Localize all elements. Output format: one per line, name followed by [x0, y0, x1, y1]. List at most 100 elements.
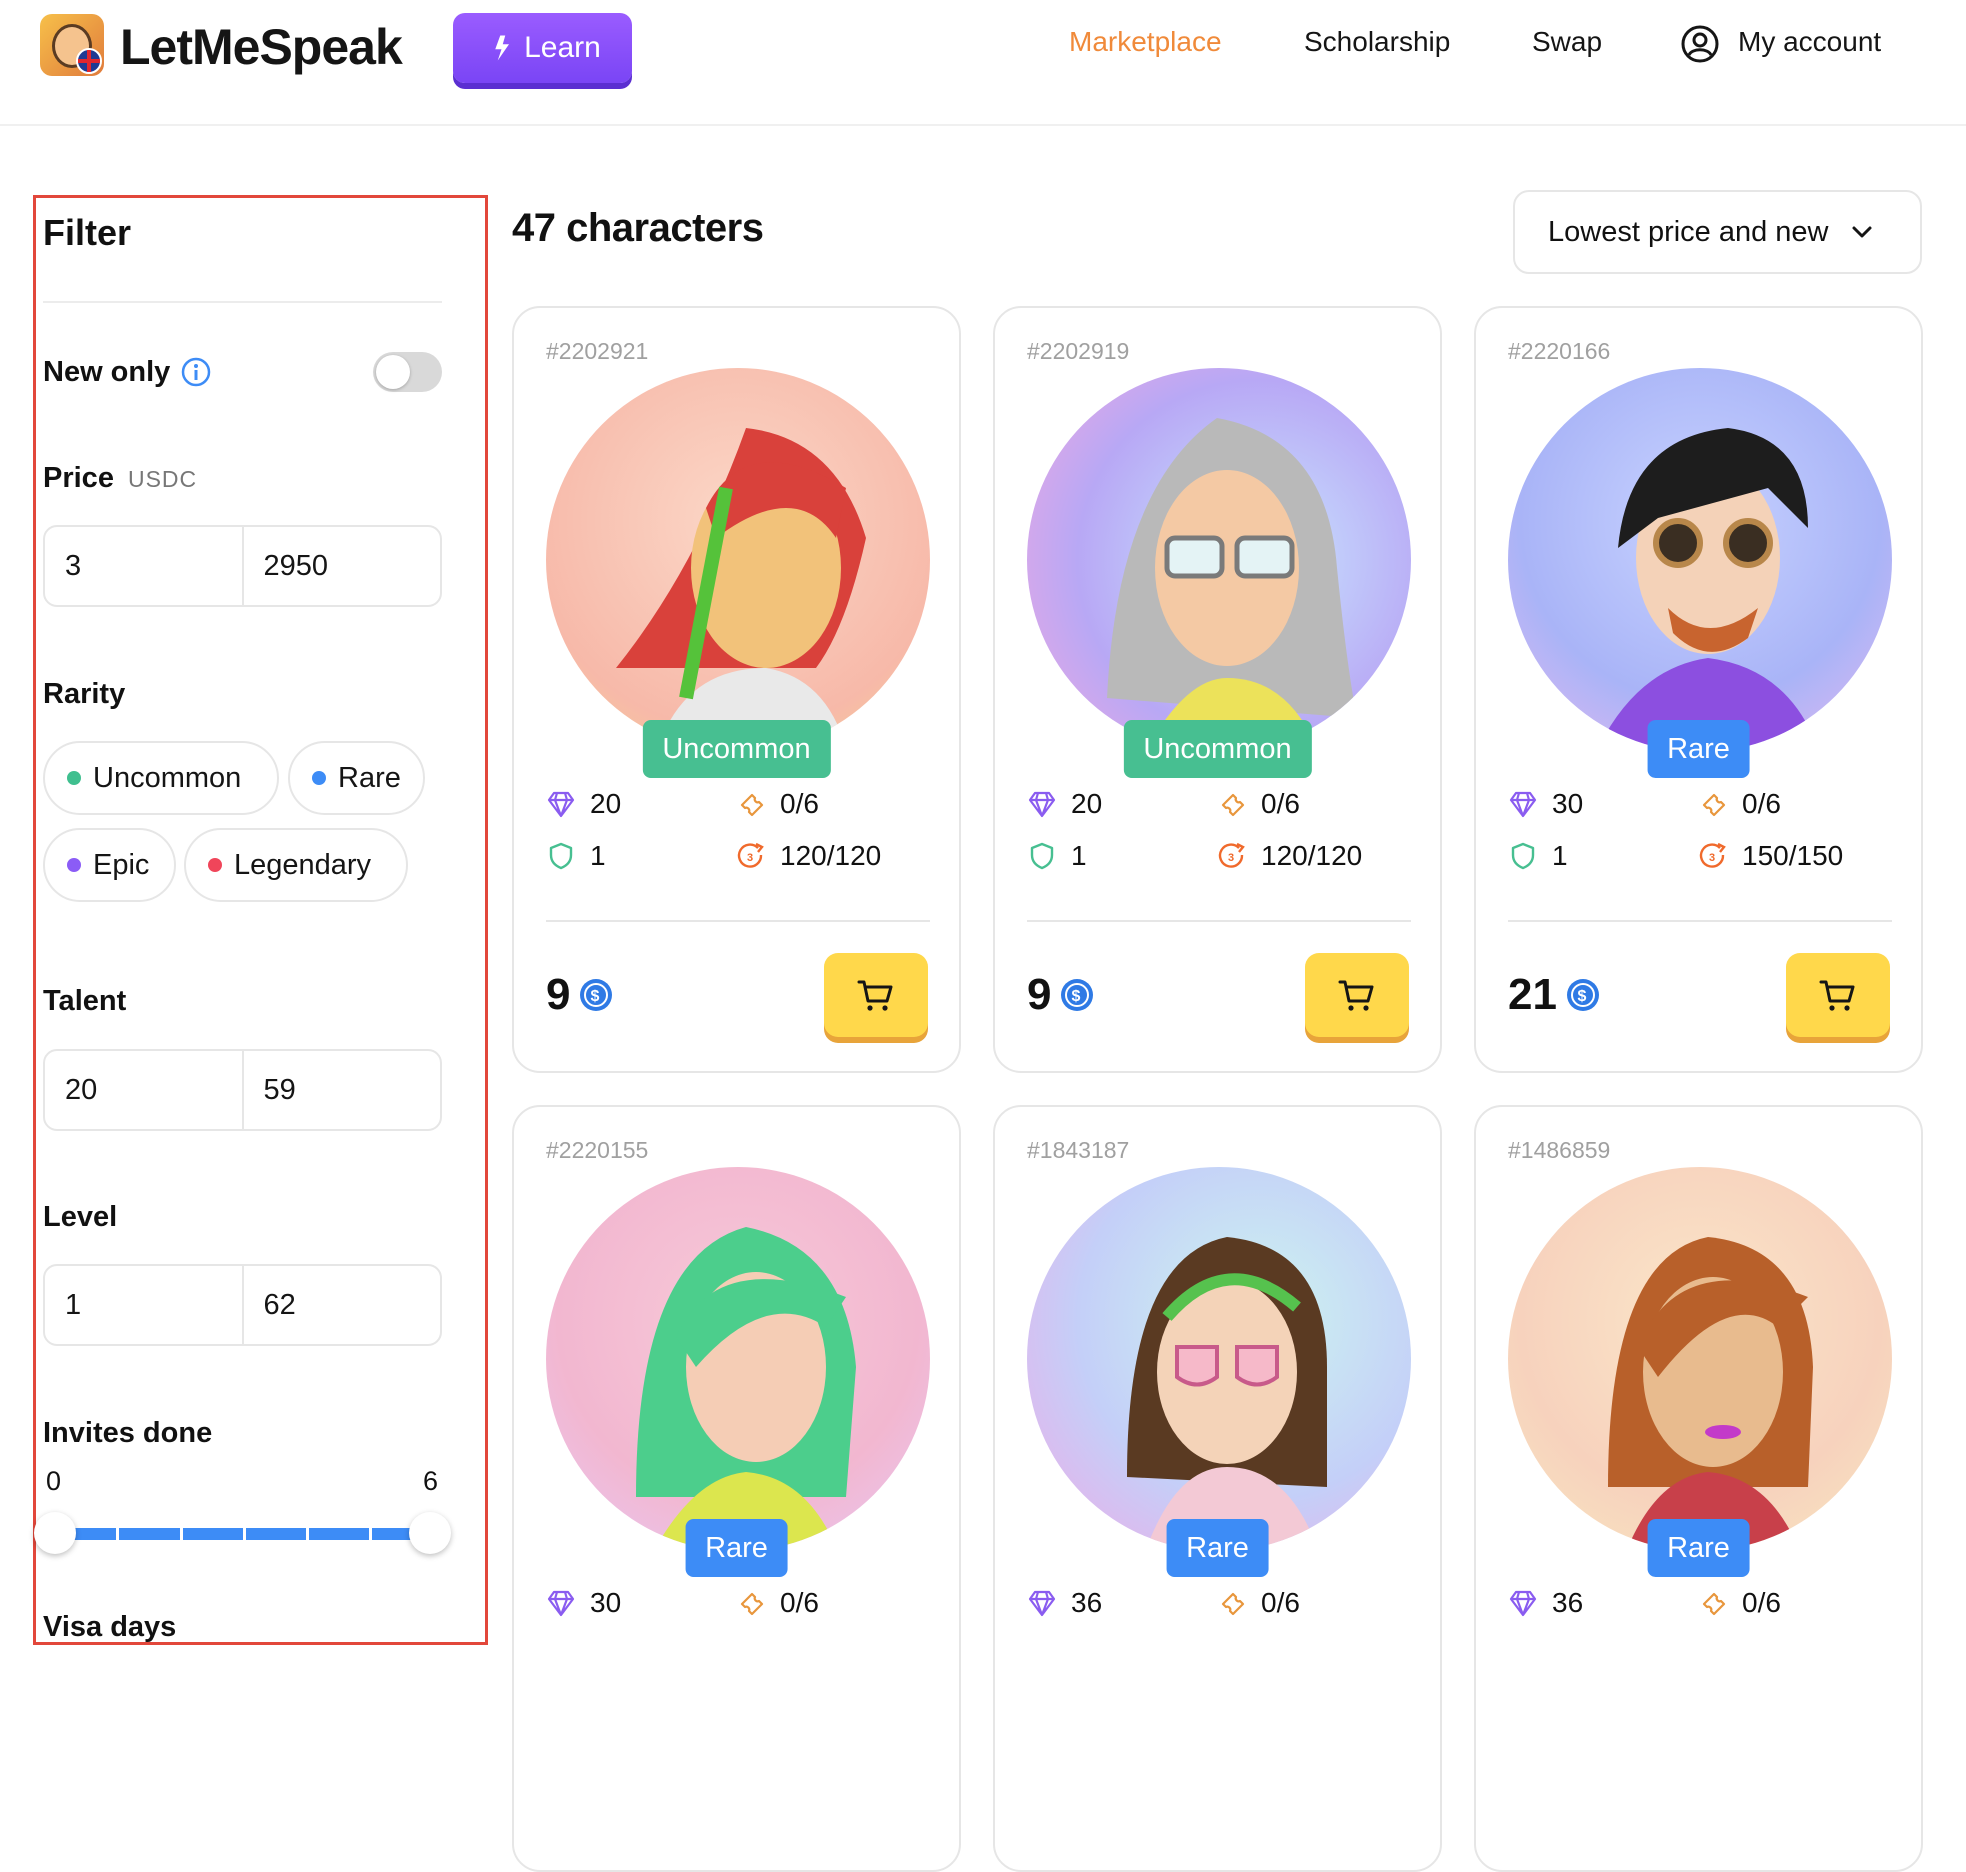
- invites-label: Invites done: [43, 1417, 213, 1449]
- slider-tick: [306, 1528, 309, 1540]
- slider-tick: [243, 1528, 246, 1540]
- character-id: #2202921: [546, 338, 649, 364]
- price-min-input[interactable]: 3: [45, 527, 244, 605]
- character-card[interactable]: #1843187 Rare 36 0/6: [993, 1105, 1442, 1872]
- nav-swap[interactable]: Swap: [1532, 26, 1602, 58]
- avatar-portrait-icon: [1598, 428, 1818, 748]
- talent-value: 30: [590, 1587, 622, 1618]
- ticket-icon: [736, 789, 766, 819]
- talent-value: 36: [1071, 1587, 1103, 1618]
- level-min-input[interactable]: 1: [45, 1266, 244, 1344]
- buy-cart-button[interactable]: [1786, 953, 1890, 1037]
- ticket-icon: [1698, 789, 1728, 819]
- price-max-input[interactable]: 2950: [244, 527, 441, 605]
- price-label-text: Price: [43, 462, 114, 494]
- logo-mascot-icon[interactable]: [40, 14, 104, 76]
- character-card[interactable]: #2202921 Uncommon 20 0/6 1 120/120 9: [512, 306, 961, 1073]
- character-card[interactable]: #2220166 Rare 30 0/6 1 150/150 21: [1474, 306, 1923, 1073]
- rarity-chip-rare[interactable]: Rare: [288, 741, 425, 815]
- invites-value: 0/6: [780, 788, 819, 819]
- filter-divider: [43, 301, 442, 303]
- nav-marketplace[interactable]: Marketplace: [1069, 26, 1222, 58]
- sparkle-icon: [495, 35, 510, 61]
- talent-stat: 20: [1027, 788, 1102, 820]
- rarity-chip-label: Rare: [338, 761, 401, 794]
- chevron-down-icon: [1852, 226, 1871, 238]
- energy-value: 120/120: [780, 840, 882, 871]
- talent-stat: 30: [546, 1587, 621, 1619]
- rarity-chip-epic[interactable]: Epic: [43, 828, 176, 902]
- talent-value: 30: [1552, 788, 1584, 819]
- ticket-icon: [736, 1588, 766, 1618]
- talent-min-input[interactable]: 20: [45, 1051, 244, 1129]
- talent-max-input[interactable]: 59: [244, 1051, 441, 1129]
- gem-icon: [1027, 789, 1057, 819]
- rarity-chip-uncommon[interactable]: Uncommon: [43, 741, 279, 815]
- character-card[interactable]: #2220155 Rare 30 0/6: [512, 1105, 961, 1872]
- level-max-input[interactable]: 62: [244, 1266, 441, 1344]
- logo-text[interactable]: LetMeSpeak: [120, 18, 403, 76]
- energy-icon: [736, 841, 766, 871]
- character-id: #2202919: [1027, 338, 1130, 364]
- level-stat: 1: [1027, 840, 1087, 872]
- talent-value: 36: [1552, 1587, 1584, 1618]
- rarity-badge: Uncommon: [1123, 720, 1312, 778]
- character-avatar: [546, 1167, 930, 1551]
- character-id: #2220155: [546, 1137, 649, 1163]
- character-card[interactable]: #1486859 Rare 36 0/6: [1474, 1105, 1923, 1872]
- uncommon-dot-icon: [67, 771, 81, 785]
- nav-scholarship[interactable]: Scholarship: [1304, 26, 1450, 58]
- invites-value: 0/6: [1742, 1587, 1781, 1618]
- character-id: #1486859: [1508, 1137, 1611, 1163]
- invites-min-handle[interactable]: [34, 1512, 76, 1554]
- info-icon[interactable]: [180, 356, 212, 388]
- cart-icon: [1817, 974, 1859, 1016]
- character-avatar: [1508, 368, 1892, 752]
- price-value: 21: [1508, 970, 1557, 1019]
- gem-icon: [546, 1588, 576, 1618]
- nav-my-account[interactable]: My account: [1738, 26, 1881, 58]
- price-range: 3 2950: [43, 525, 442, 607]
- rarity-badge: Uncommon: [642, 720, 831, 778]
- talent-stat: 20: [546, 788, 621, 820]
- invites-stat: 0/6: [736, 788, 819, 820]
- usdc-icon: [578, 977, 614, 1013]
- account-icon[interactable]: [1680, 24, 1720, 64]
- character-card[interactable]: #2202919 Uncommon 20 0/6 1 120/120 9: [993, 306, 1442, 1073]
- energy-icon: [1217, 841, 1247, 871]
- rarity-chip-label: Epic: [93, 848, 150, 881]
- visa-days-label: Visa days: [43, 1611, 177, 1643]
- energy-icon: [1698, 841, 1728, 871]
- level-stat: 1: [1508, 840, 1568, 872]
- usdc-icon: [1565, 977, 1601, 1013]
- rarity-badge: Rare: [685, 1519, 788, 1577]
- character-id: #2220166: [1508, 338, 1611, 364]
- rarity-label: Rarity: [43, 678, 126, 710]
- invites-max-handle[interactable]: [409, 1512, 451, 1554]
- avatar-portrait-icon: [1107, 418, 1357, 748]
- price-value: 9: [546, 970, 571, 1019]
- new-only-toggle[interactable]: [373, 352, 442, 392]
- level-range: 1 62: [43, 1264, 442, 1346]
- rarity-badge: Rare: [1166, 1519, 1269, 1577]
- invites-value: 0/6: [1742, 788, 1781, 819]
- invites-stat: 0/6: [736, 1587, 819, 1619]
- gem-icon: [1508, 1588, 1538, 1618]
- invites-max-label: 6: [423, 1466, 439, 1496]
- card-divider: [1508, 920, 1892, 922]
- buy-cart-button[interactable]: [1305, 953, 1409, 1037]
- learn-button[interactable]: Learn: [453, 13, 632, 83]
- level-value: 1: [1071, 840, 1087, 871]
- sort-dropdown[interactable]: Lowest price and new: [1513, 190, 1922, 274]
- slider-tick: [116, 1528, 119, 1540]
- invites-slider-track[interactable]: [53, 1528, 430, 1540]
- invites-min-label: 0: [46, 1466, 62, 1496]
- invites-value: 0/6: [1261, 788, 1300, 819]
- card-divider: [546, 920, 930, 922]
- rarity-chip-legendary[interactable]: Legendary: [184, 828, 408, 902]
- top-header: LetMeSpeak Learn Marketplace Scholarship…: [0, 0, 1966, 126]
- buy-cart-button[interactable]: [824, 953, 928, 1037]
- invites-stat: 0/6: [1217, 788, 1300, 820]
- character-id: #1843187: [1027, 1137, 1130, 1163]
- energy-stat: 150/150: [1698, 840, 1843, 872]
